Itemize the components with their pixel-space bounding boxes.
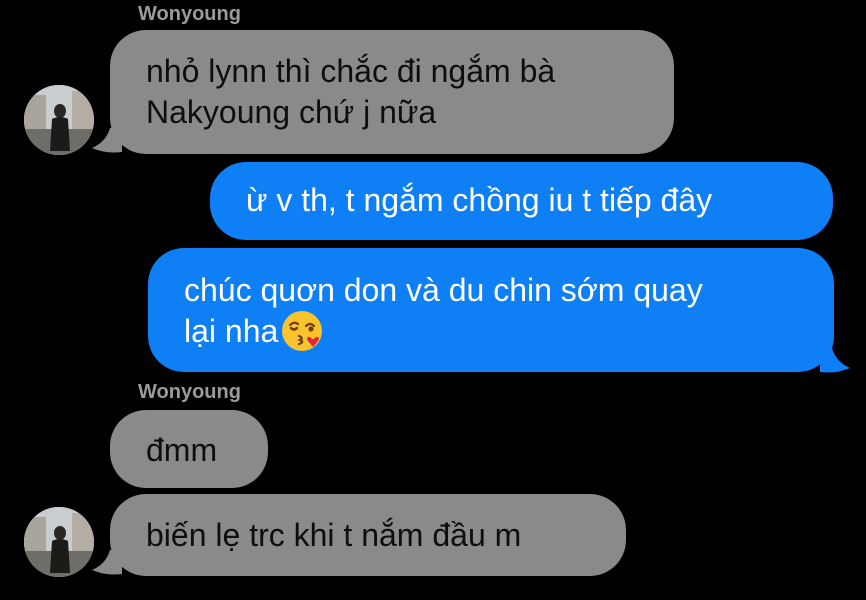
incoming-message-bubble[interactable]: nhỏ lynn thì chắc đi ngắm bà Nakyoung ch… [110, 30, 674, 154]
message-text: lại nha [184, 313, 279, 349]
avatar[interactable] [24, 85, 94, 155]
outgoing-message-bubble[interactable]: ừ v th, t ngắm chồng iu t tiếp đây [210, 162, 833, 240]
incoming-message-bubble[interactable]: đmm [110, 410, 268, 488]
message-text: ừ v th, t ngắm chồng iu t tiếp đây [246, 182, 713, 218]
message-text: chúc quơn don và du chin sớm quay [184, 272, 703, 308]
message-text-line: lại nha [184, 310, 798, 356]
kissing-face-with-heart-icon [282, 310, 323, 351]
sender-name: Wonyoung [138, 3, 241, 25]
person-photo-icon [24, 507, 94, 577]
person-photo-icon [24, 85, 94, 155]
sender-name: Wonyoung [138, 381, 241, 403]
incoming-message-bubble[interactable]: biến lẹ trc khi t nắm đầu m [110, 494, 626, 576]
outgoing-message-bubble[interactable]: chúc quơn don và du chin sớm quay lại nh… [148, 248, 834, 372]
bubble-tail-icon [820, 348, 850, 373]
bubble-tail-icon [92, 550, 122, 575]
avatar[interactable] [24, 507, 94, 577]
message-text: Nakyoung chứ j nữa [146, 94, 437, 130]
message-text: biến lẹ trc khi t nắm đầu m [146, 517, 522, 553]
message-text: đmm [146, 432, 218, 468]
bubble-tail-icon [92, 128, 122, 153]
message-text: nhỏ lynn thì chắc đi ngắm bà [146, 53, 556, 89]
